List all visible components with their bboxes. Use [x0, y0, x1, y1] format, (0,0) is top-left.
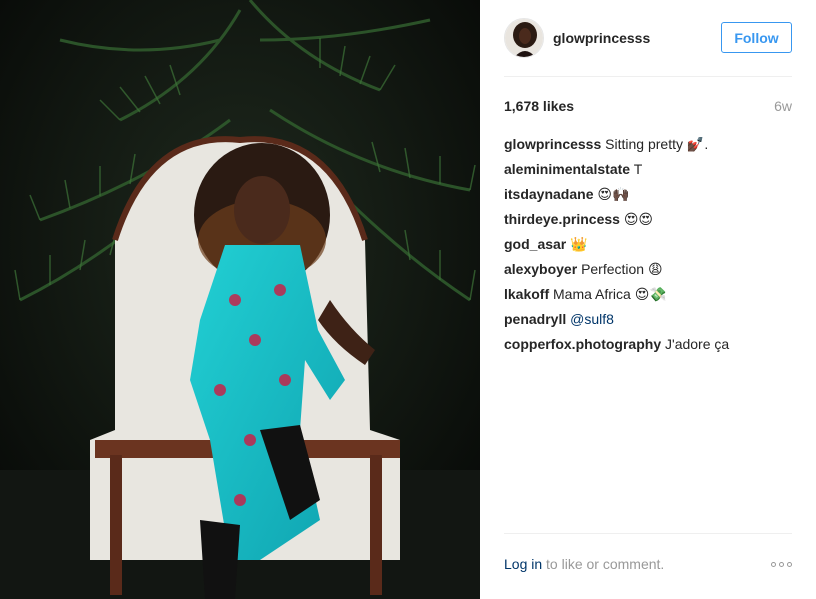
comment-text: Mama Africa [553, 286, 631, 302]
header-divider [504, 76, 792, 77]
avatar-image [505, 19, 543, 57]
footer-divider [504, 533, 792, 534]
comment-text: J'adore ça [665, 336, 730, 352]
comment-item: aleminimentalstate T [504, 159, 792, 184]
login-prompt: Log in to like or comment. [504, 556, 664, 572]
post-sidebar: glowprincesss Follow 1,678 likes 6w glow… [480, 0, 816, 599]
comment-author[interactable]: lkakoff [504, 286, 549, 302]
comment-text: Sitting pretty [605, 136, 683, 152]
comment-item: penadryll @sulf8 [504, 309, 792, 334]
comment-item: glowprincesss Sitting pretty 💅🏿. [504, 134, 792, 159]
post-header: glowprincesss Follow [504, 18, 792, 58]
login-suffix: to like or comment. [542, 556, 665, 572]
post-footer: Log in to like or comment. [504, 556, 792, 572]
follow-button[interactable]: Follow [721, 22, 792, 53]
post-stats: 1,678 likes 6w [504, 98, 792, 114]
comment-text: Perfection [581, 261, 645, 277]
likes-count[interactable]: 1,678 likes [504, 98, 574, 114]
post-time[interactable]: 6w [774, 98, 792, 114]
comment-author[interactable]: thirdeye.princess [504, 211, 620, 227]
comment-tail: . [704, 136, 709, 152]
comment-author[interactable]: itsdaynadane [504, 186, 593, 202]
comment-item: alexyboyer Perfection 😩 [504, 259, 792, 284]
more-dot-icon [787, 561, 792, 567]
more-dot-icon [771, 561, 776, 567]
post-photo[interactable] [0, 0, 480, 599]
comment-item: thirdeye.princess 😍😍 [504, 209, 792, 234]
comment-author[interactable]: penadryll [504, 311, 566, 327]
comment-item: itsdaynadane 😍🙌🏿 [504, 184, 792, 209]
comment-text: T [633, 161, 643, 177]
instagram-post: glowprincesss Follow 1,678 likes 6w glow… [0, 0, 816, 599]
username-link[interactable]: glowprincesss [553, 30, 650, 46]
more-options-icon[interactable] [771, 561, 792, 567]
comment-author[interactable]: copperfox.photography [504, 336, 661, 352]
comment-author[interactable]: god_asar [504, 236, 566, 252]
comment-mention-link[interactable]: @sulf8 [570, 311, 614, 327]
login-link[interactable]: Log in [504, 556, 542, 572]
comment-author[interactable]: aleminimentalstate [504, 161, 630, 177]
comment-emoji: 💅🏿 [686, 137, 705, 153]
more-dot-icon [779, 561, 784, 567]
comment-emoji: 😍🙌🏿 [597, 187, 630, 203]
comment-item: god_asar 👑 [504, 234, 792, 259]
comments-list: glowprincesss Sitting pretty 💅🏿. alemini… [504, 134, 792, 359]
comment-author[interactable]: alexyboyer [504, 261, 577, 277]
comment-emoji: 👑 [570, 237, 588, 253]
comment-item: copperfox.photography J'adore ça [504, 334, 792, 359]
post-image [0, 0, 480, 599]
comment-emoji: 😍💸 [634, 287, 667, 303]
comment-emoji: 😩 [648, 262, 663, 278]
comment-item: lkakoff Mama Africa 😍💸 [504, 284, 792, 309]
avatar[interactable] [504, 18, 544, 58]
comment-emoji: 😍😍 [623, 212, 654, 228]
comment-author[interactable]: glowprincesss [504, 136, 601, 152]
